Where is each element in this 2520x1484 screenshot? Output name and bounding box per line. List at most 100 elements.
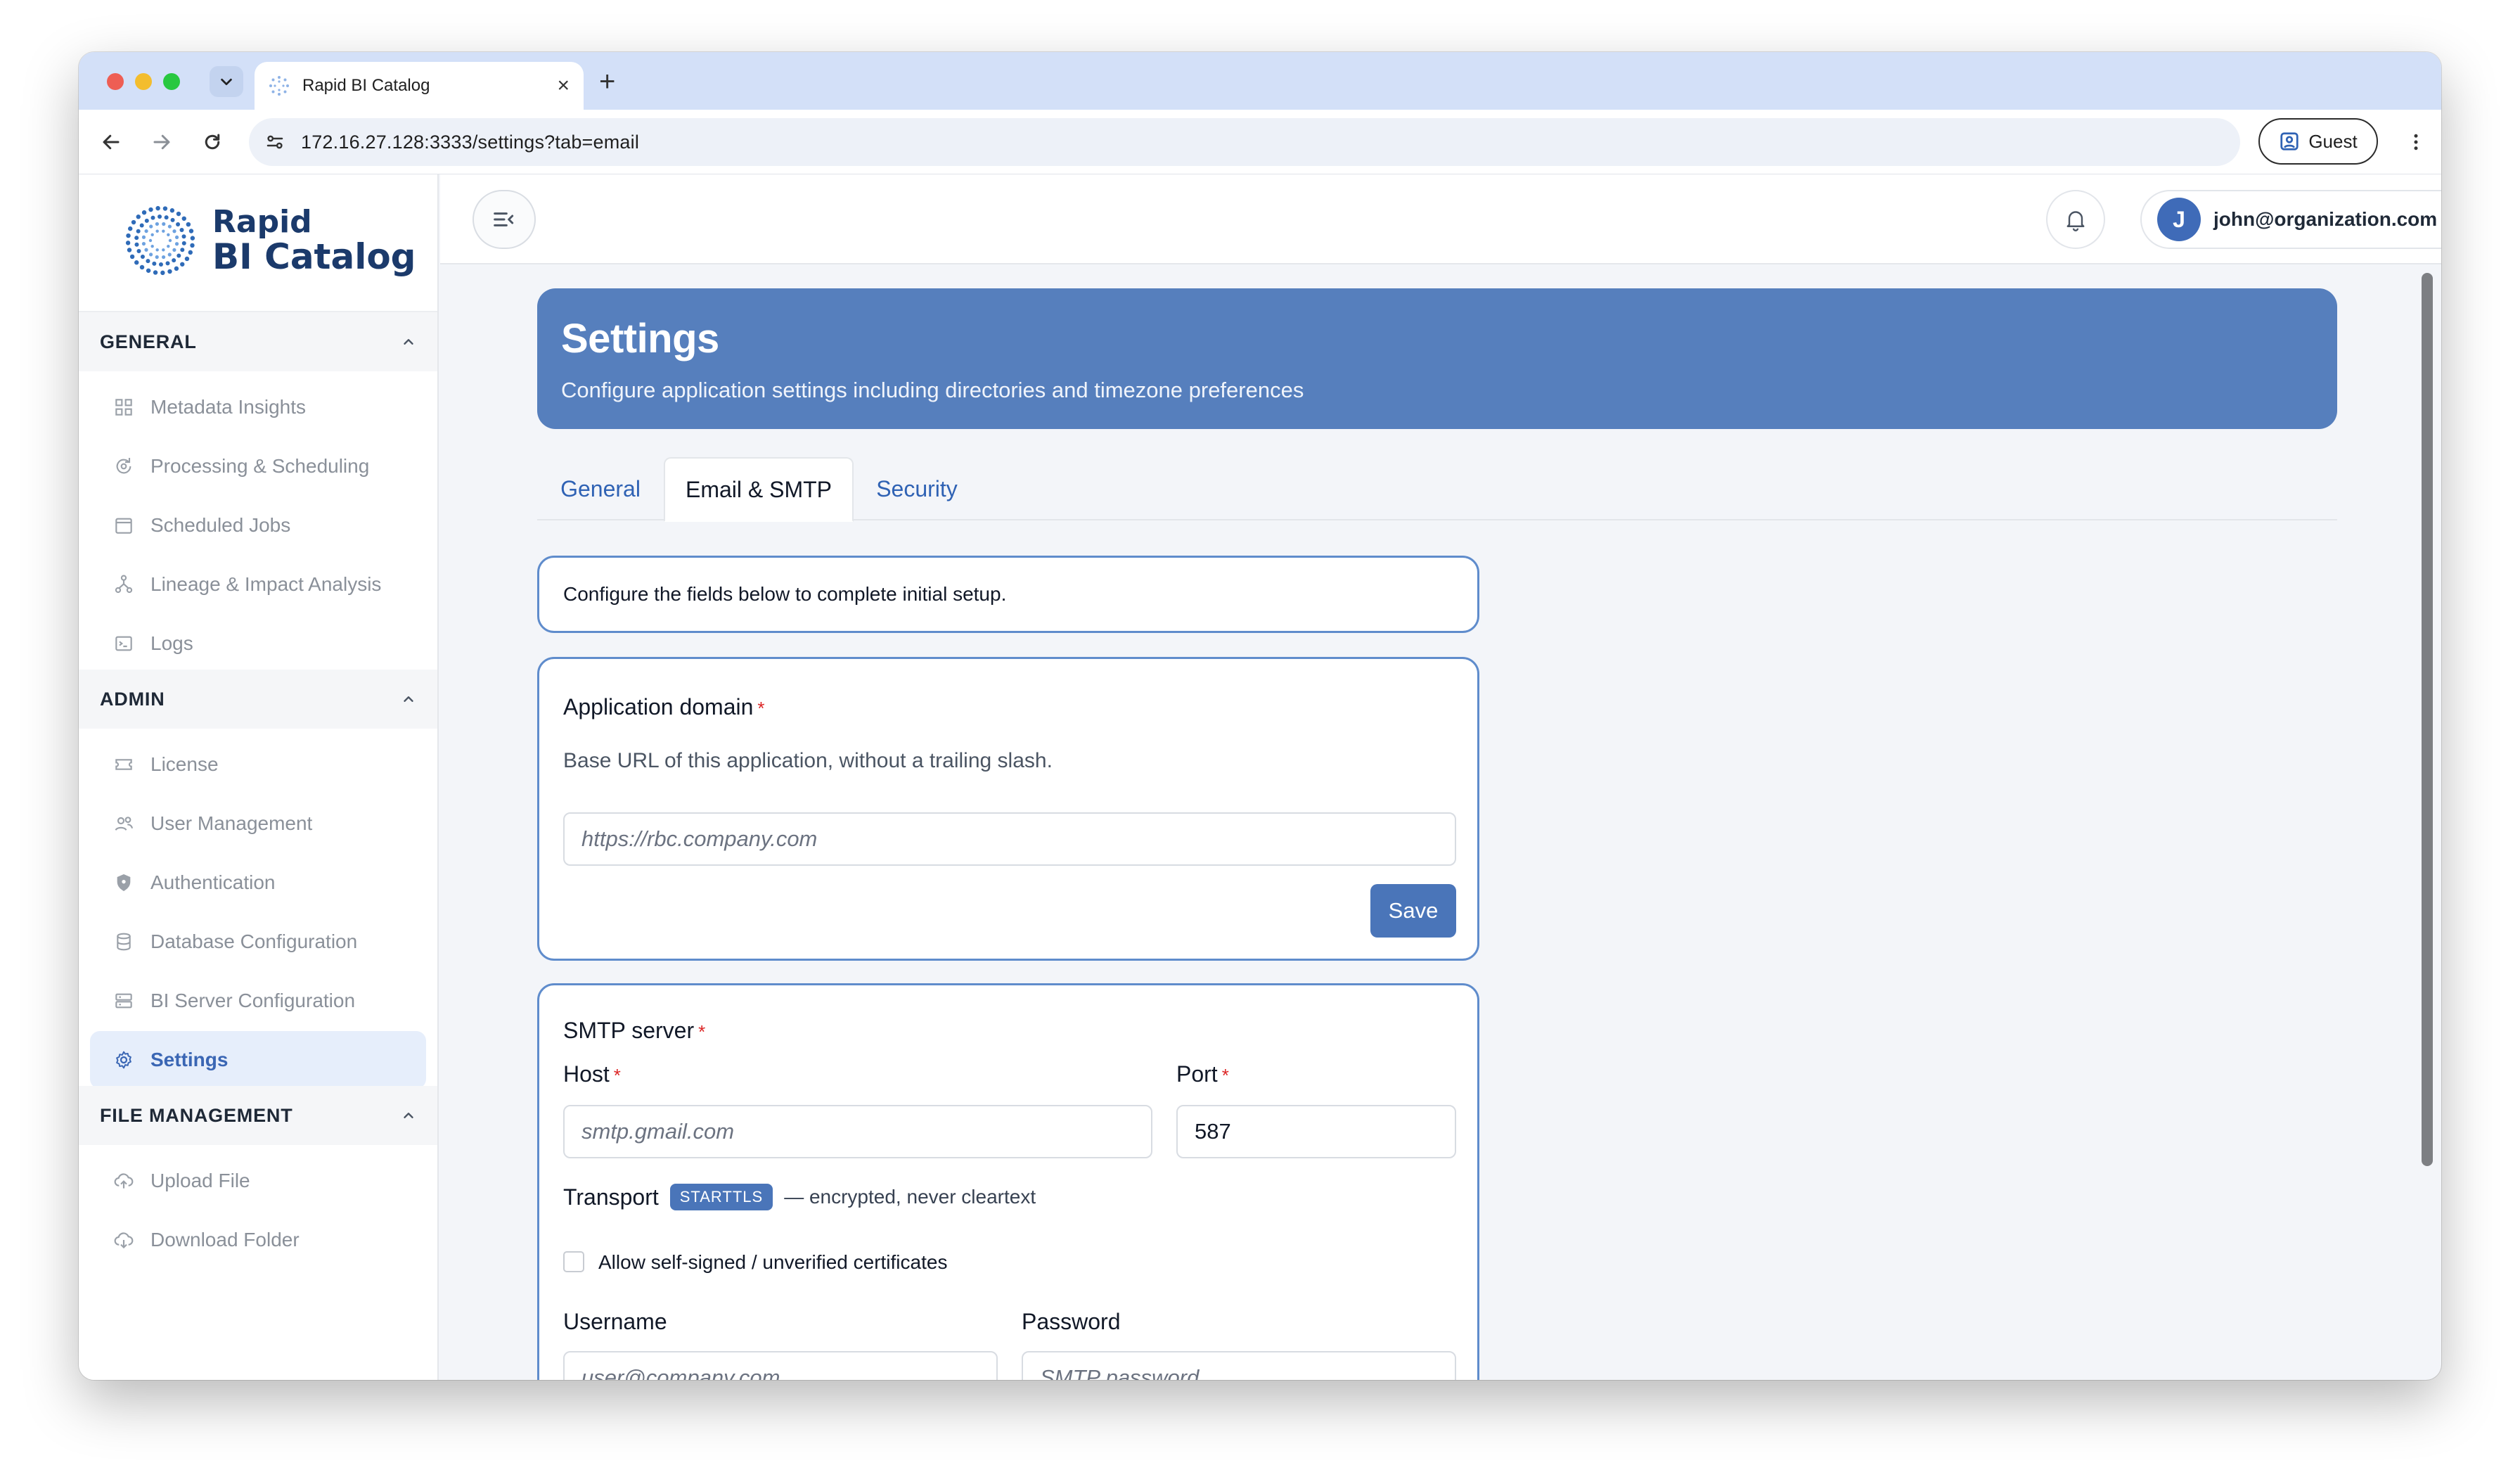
section-header-admin[interactable]: ADMIN	[79, 670, 437, 729]
lineage-icon	[115, 575, 133, 594]
self-signed-checkbox[interactable]	[563, 1251, 584, 1272]
logo-dot	[148, 238, 153, 243]
tab-search-button[interactable]	[210, 66, 243, 97]
sidebar-item-upload-file[interactable]: Upload File	[90, 1152, 426, 1210]
sidebar-item-authentication[interactable]: Authentication	[90, 854, 426, 911]
sidebar-item-license[interactable]: License	[90, 736, 426, 793]
sidebar-item-scheduled-jobs[interactable]: Scheduled Jobs	[90, 497, 426, 554]
forward-button[interactable]	[146, 127, 177, 158]
logo-dot	[172, 229, 176, 234]
close-window-button[interactable]	[107, 73, 124, 90]
logo-dot	[150, 245, 154, 248]
logo-dot	[134, 236, 139, 241]
logo-dot	[172, 248, 176, 252]
tab-security[interactable]: Security	[854, 457, 980, 520]
setup-notice-text: Configure the fields below to complete i…	[563, 583, 1007, 605]
ticket-icon	[115, 759, 132, 770]
maximize-window-button[interactable]	[163, 73, 180, 90]
logo-dot	[150, 233, 154, 236]
refresh-icon	[116, 458, 131, 474]
host-input[interactable]	[563, 1105, 1152, 1158]
terminal-icon	[115, 636, 132, 651]
sidebar-item-bi-server-configuration[interactable]: BI Server Configuration	[90, 972, 426, 1030]
logo-dot	[152, 261, 157, 266]
tab-email-smtp[interactable]: Email & SMTP	[664, 457, 854, 522]
sidebar-item-logs[interactable]: Logs	[90, 615, 426, 672]
logo-dot	[190, 243, 195, 248]
address-bar[interactable]: 172.16.27.128:3333/settings?tab=email	[249, 118, 2240, 166]
section-header-file-management[interactable]: FILE MANAGEMENT	[79, 1086, 437, 1145]
logo-dot	[176, 222, 181, 227]
sidebar-item-label: License	[150, 753, 219, 775]
section-header-general[interactable]: GENERAL	[79, 312, 437, 371]
bell-icon	[2066, 211, 2085, 231]
sidebar-item-metadata-insights[interactable]: Metadata Insights	[90, 378, 426, 436]
logo-dot	[144, 218, 149, 223]
password-input[interactable]	[1022, 1351, 1456, 1380]
logo-dot	[174, 242, 179, 246]
favicon-icon	[269, 76, 289, 96]
port-input[interactable]	[1176, 1105, 1456, 1158]
logo-dot	[127, 248, 132, 252]
sidebar-item-settings[interactable]: Settings	[90, 1031, 426, 1089]
main-scrollbar[interactable]	[2419, 273, 2436, 1380]
logo-dot	[162, 248, 165, 252]
logo-dot	[162, 222, 166, 226]
arrow-right-icon	[153, 134, 170, 150]
browser-tab-active[interactable]: Rapid BI Catalog ×	[255, 62, 584, 110]
users-icon	[115, 817, 134, 831]
sidebar-item-database-configuration[interactable]: Database Configuration	[90, 913, 426, 971]
logo-dot	[186, 222, 191, 227]
scrollbar-thumb[interactable]	[2422, 273, 2433, 1166]
sidebar-item-download-folder[interactable]: Download Folder	[90, 1211, 426, 1269]
logo-dot	[148, 252, 153, 257]
logo-dot	[139, 264, 145, 270]
sidebar-item-label: User Management	[150, 812, 313, 834]
transport-label: Transport	[563, 1184, 659, 1210]
logo-dot	[155, 248, 159, 252]
brand-logo[interactable]: Rapid BI Catalog	[120, 200, 416, 281]
site-settings-icon	[266, 135, 283, 149]
logo-dot	[188, 229, 194, 234]
minimize-window-button[interactable]	[135, 73, 152, 90]
logo-dot	[140, 254, 145, 259]
avatar: J	[2157, 198, 2201, 241]
logo-dot	[170, 217, 175, 222]
logo-dot	[150, 215, 155, 220]
sidebar-toggle-button[interactable]	[472, 190, 536, 249]
browser-menu-button[interactable]	[2399, 125, 2433, 159]
sidebar-item-processing-scheduling[interactable]: Processing & Scheduling	[90, 437, 426, 495]
logo-dot	[181, 234, 186, 239]
reload-button[interactable]	[197, 127, 228, 158]
section-title: GENERAL	[100, 331, 197, 352]
page-subtitle: Configure application settings including…	[561, 378, 1304, 402]
app-domain-input[interactable]	[563, 812, 1456, 866]
back-button[interactable]	[96, 127, 127, 158]
section-title: FILE MANAGEMENT	[100, 1104, 293, 1126]
new-tab-button[interactable]: +	[599, 68, 615, 96]
app-domain-heading: Application domain *	[563, 694, 765, 720]
logo-dot	[134, 242, 139, 247]
logo-dot	[144, 229, 148, 234]
username-input[interactable]	[563, 1351, 998, 1380]
notifications-button[interactable]	[2046, 190, 2105, 249]
save-button[interactable]: Save	[1370, 884, 1456, 938]
self-signed-label[interactable]: Allow self-signed / unverified certifica…	[598, 1251, 947, 1274]
sidebar-item-lineage-impact[interactable]: Lineage & Impact Analysis	[90, 556, 426, 613]
logo-dot	[136, 215, 141, 219]
logo-dot	[149, 224, 153, 229]
chevron-down-icon	[221, 78, 232, 86]
transport-note: — encrypted, never cleartext	[784, 1186, 1036, 1208]
app-domain-card: Application domain * Base URL of this app…	[537, 657, 1479, 961]
profile-button[interactable]: Guest	[2258, 118, 2378, 165]
brand-name-line1: Rapid	[212, 203, 312, 240]
browser-window: Rapid BI Catalog × + 172.16.27.128:3333/…	[79, 52, 2441, 1380]
server-icon	[115, 993, 132, 1009]
user-menu-button[interactable]: J john@organization.com	[2140, 190, 2441, 249]
tab-close-icon[interactable]: ×	[557, 75, 570, 96]
sidebar-item-user-management[interactable]: User Management	[90, 795, 426, 852]
tab-general[interactable]: General	[537, 457, 664, 520]
required-mark: *	[613, 1065, 621, 1086]
sidebar-item-label: Logs	[150, 632, 193, 654]
logo-dot	[141, 210, 147, 215]
